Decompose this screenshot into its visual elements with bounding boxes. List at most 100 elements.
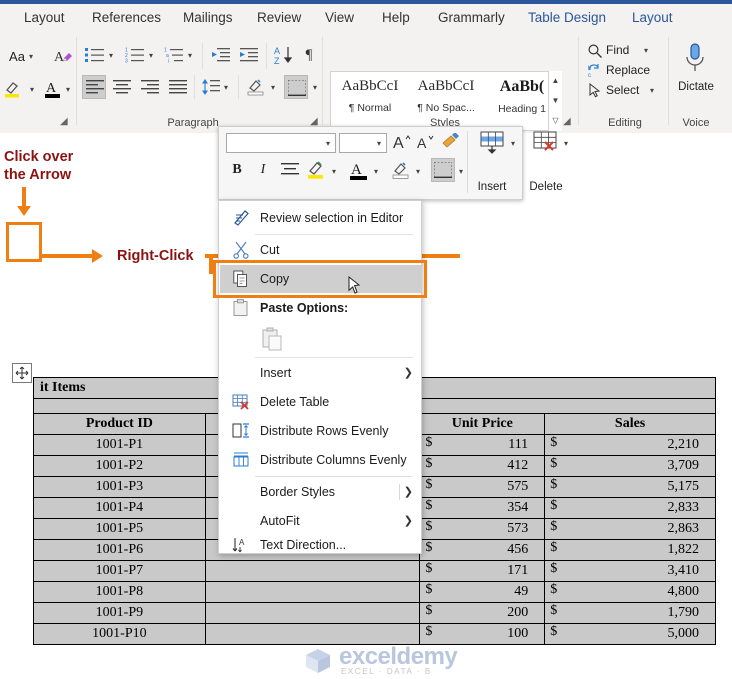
increase-indent-icon[interactable] bbox=[238, 45, 260, 65]
cell-hidden bbox=[204, 602, 421, 624]
tab-grammarly[interactable]: Grammarly bbox=[436, 4, 507, 31]
justify-icon[interactable] bbox=[166, 75, 190, 99]
replace-button[interactable]: Replace bbox=[606, 63, 650, 77]
tab-help[interactable]: Help bbox=[380, 4, 412, 31]
styles-scrollbar[interactable]: ▲ ▼ ▽ bbox=[548, 71, 562, 131]
font-name-input[interactable]: ▾ bbox=[226, 133, 336, 153]
italic-icon[interactable]: I bbox=[253, 159, 273, 181]
multilevel-chevron-down-icon[interactable]: ▾ bbox=[188, 51, 192, 60]
decrease-indent-icon[interactable] bbox=[210, 45, 232, 65]
dictate-label[interactable]: Dictate bbox=[668, 81, 724, 93]
numbering-chevron-down-icon[interactable]: ▾ bbox=[149, 51, 153, 60]
sort-icon[interactable]: AZ bbox=[272, 44, 296, 66]
context-menu[interactable]: Review selection in Editor Cut Copy Past… bbox=[213, 200, 427, 554]
paste-keep-formatting-icon[interactable] bbox=[258, 325, 286, 353]
tab-mailings[interactable]: Mailings bbox=[181, 4, 235, 31]
borders-icon[interactable] bbox=[431, 158, 455, 182]
value: 100 bbox=[507, 626, 529, 641]
highlight-chevron-down-icon[interactable]: ▾ bbox=[30, 85, 34, 94]
insert-cells-icon[interactable] bbox=[475, 129, 509, 157]
borders-chevron-down-icon[interactable]: ▾ bbox=[459, 167, 463, 176]
text-highlight-color-icon[interactable] bbox=[305, 158, 329, 182]
menu-item-text-direction[interactable]: A Text Direction... bbox=[220, 531, 422, 559]
select-button[interactable]: Select bbox=[606, 83, 639, 97]
font-color-icon[interactable]: A bbox=[42, 77, 64, 101]
delete-cells-icon[interactable] bbox=[529, 129, 563, 157]
line-spacing-chevron-down-icon[interactable]: ▾ bbox=[224, 83, 228, 92]
delete-button-label[interactable]: Delete bbox=[522, 181, 570, 193]
menu-item-distribute-rows-evenly[interactable]: Distribute Rows Evenly bbox=[220, 417, 422, 445]
styles-scroll-up-icon[interactable]: ▲ bbox=[549, 71, 562, 90]
numbering-icon[interactable]: 123 bbox=[124, 45, 146, 65]
line-spacing-icon[interactable] bbox=[200, 75, 222, 99]
tab-review[interactable]: Review bbox=[255, 4, 303, 31]
borders-icon[interactable] bbox=[284, 75, 308, 99]
tab-layout-2[interactable]: Layout bbox=[630, 4, 675, 31]
shading-icon[interactable] bbox=[389, 158, 413, 182]
style-name: ¶ No Spac... bbox=[417, 102, 475, 114]
align-right-icon[interactable] bbox=[138, 75, 162, 99]
bullets-chevron-down-icon[interactable]: ▾ bbox=[109, 51, 113, 60]
text-highlight-color-icon[interactable] bbox=[2, 77, 28, 101]
font-dialog-launcher[interactable]: ◢ bbox=[60, 116, 71, 127]
change-case-button[interactable]: Aa ▾ bbox=[4, 47, 38, 65]
tab-layout-1[interactable]: Layout bbox=[22, 4, 67, 31]
value: 3,709 bbox=[667, 458, 700, 473]
shading-icon[interactable] bbox=[244, 75, 268, 99]
select-pointer-icon[interactable] bbox=[586, 83, 604, 99]
align-left-icon[interactable] bbox=[82, 75, 106, 99]
bold-icon[interactable]: B bbox=[227, 159, 247, 181]
align-center-icon[interactable] bbox=[110, 75, 134, 99]
menu-item-review-selection-in-editor[interactable]: Review selection in Editor bbox=[220, 204, 422, 232]
tab-references[interactable]: References bbox=[90, 4, 163, 31]
select-chevron-down-icon[interactable]: ▾ bbox=[650, 86, 654, 95]
show-formatting-marks-icon[interactable]: ¶ bbox=[300, 44, 318, 66]
table-move-handle-icon[interactable] bbox=[12, 363, 32, 383]
format-painter-icon[interactable] bbox=[439, 132, 461, 152]
styles-more-icon[interactable]: ▽ bbox=[549, 111, 562, 130]
font-color-chevron-down-icon[interactable]: ▾ bbox=[66, 85, 70, 94]
cell-unit-price: $111 bbox=[419, 434, 546, 456]
styles-scroll-down-icon[interactable]: ▼ bbox=[549, 91, 562, 110]
grow-font-icon[interactable]: A bbox=[391, 131, 413, 153]
highlight-chevron-down-icon[interactable]: ▾ bbox=[332, 167, 336, 176]
font-size-chevron-down-icon[interactable]: ▾ bbox=[377, 139, 381, 148]
menu-item-delete-table[interactable]: Delete Table bbox=[220, 388, 422, 416]
font-color-icon[interactable]: A bbox=[347, 158, 371, 182]
borders-chevron-down-icon[interactable]: ▾ bbox=[313, 83, 317, 92]
floating-mini-toolbar[interactable]: ▾ ▾ A A ▾ ▾ B I ▾ A ▾ ▾ ▾ Insert Delete bbox=[218, 126, 568, 200]
menu-item-distribute-columns-evenly[interactable]: Distribute Columns Evenly bbox=[220, 446, 422, 474]
menu-item-label: Review selection in Editor bbox=[260, 211, 404, 225]
insert-button-label[interactable]: Insert bbox=[469, 181, 515, 193]
replace-icon[interactable]: bc bbox=[586, 63, 604, 79]
delete-chevron-down-icon[interactable]: ▾ bbox=[564, 139, 568, 148]
table-row[interactable]: 1001-P10 $100 $5,000 bbox=[33, 623, 716, 645]
paste-option-button-row[interactable] bbox=[220, 323, 422, 355]
currency-symbol: $ bbox=[425, 519, 433, 534]
styles-dialog-launcher[interactable]: ◢ bbox=[563, 116, 574, 127]
tab-view[interactable]: View bbox=[323, 4, 356, 31]
font-size-input[interactable]: ▾ bbox=[339, 133, 387, 153]
shading-chevron-down-icon[interactable]: ▾ bbox=[416, 167, 420, 176]
find-button[interactable]: Find bbox=[606, 43, 629, 57]
menu-item-paste-options[interactable]: Paste Options: bbox=[220, 294, 422, 322]
find-chevron-down-icon[interactable]: ▾ bbox=[644, 46, 648, 55]
table-row[interactable]: 1001-P9 $200 $1,790 bbox=[33, 602, 716, 624]
table-row[interactable]: 1001-P7 $171 $3,410 bbox=[33, 560, 716, 582]
font-color-chevron-down-icon[interactable]: ▾ bbox=[374, 167, 378, 176]
style-item-normal[interactable]: AaBbCcI ¶ Normal bbox=[333, 72, 407, 130]
multilevel-list-icon[interactable]: 1ai bbox=[163, 45, 185, 65]
insert-chevron-down-icon[interactable]: ▾ bbox=[511, 139, 515, 148]
tab-table-design[interactable]: Table Design bbox=[526, 4, 608, 31]
clear-formatting-icon[interactable]: A bbox=[52, 45, 74, 67]
search-icon[interactable] bbox=[586, 43, 604, 59]
menu-item-border-styles[interactable]: Border Styles ❯ bbox=[220, 478, 422, 506]
table-row[interactable]: 1001-P8 $49 $4,800 bbox=[33, 581, 716, 603]
styles-icon[interactable] bbox=[279, 159, 301, 181]
shading-chevron-down-icon[interactable]: ▾ bbox=[271, 83, 275, 92]
font-name-chevron-down-icon[interactable]: ▾ bbox=[326, 139, 330, 148]
shrink-font-icon[interactable]: A bbox=[415, 131, 437, 153]
microphone-icon[interactable] bbox=[680, 41, 710, 77]
bullets-icon[interactable] bbox=[84, 45, 106, 65]
menu-item-insert[interactable]: Insert ❯ bbox=[220, 359, 422, 387]
